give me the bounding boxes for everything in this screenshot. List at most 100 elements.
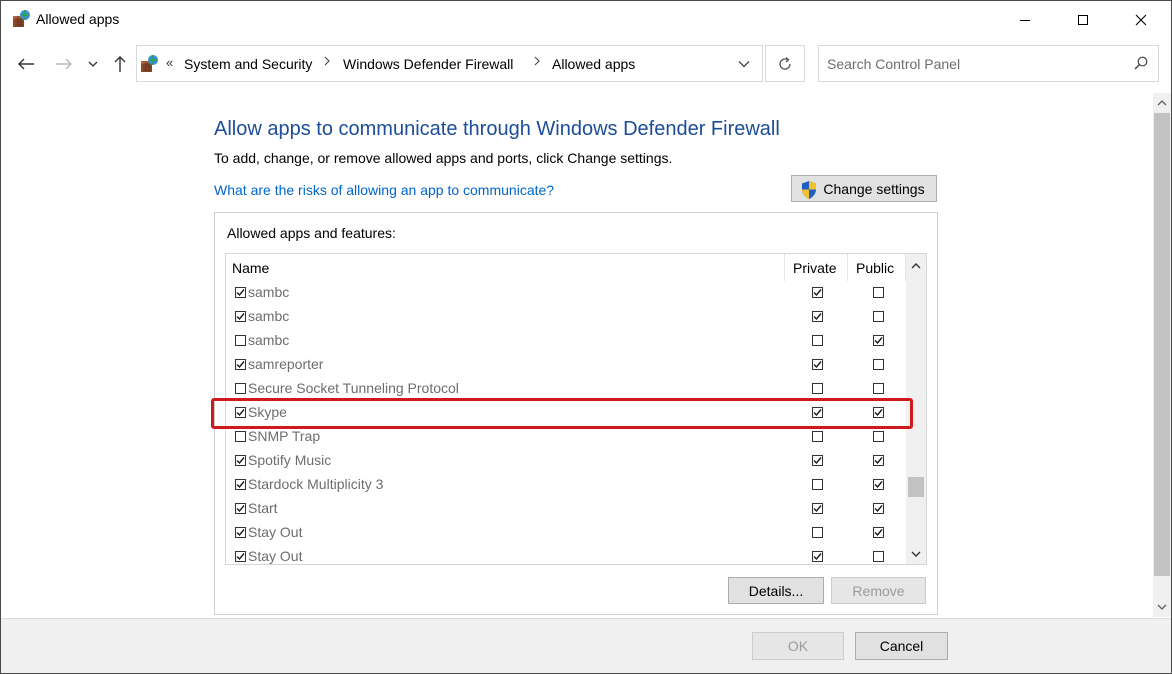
page-scrollbar[interactable] (1153, 93, 1171, 617)
close-button[interactable] (1118, 1, 1164, 39)
enabled-checkbox[interactable] (235, 527, 246, 538)
table-row[interactable]: samreporter (226, 353, 906, 377)
minimize-button[interactable] (1002, 1, 1048, 39)
column-header-name[interactable]: Name (232, 260, 269, 276)
public-checkbox[interactable] (873, 311, 884, 322)
public-checkbox[interactable] (873, 383, 884, 394)
minimize-icon (1020, 20, 1030, 21)
breadcrumb-separator-icon (323, 55, 331, 70)
scroll-down-arrow-icon[interactable] (1153, 598, 1171, 616)
public-checkbox[interactable] (873, 287, 884, 298)
enabled-checkbox[interactable] (235, 287, 246, 298)
back-button[interactable] (13, 51, 39, 77)
breadcrumb-overflow[interactable]: « (166, 55, 173, 70)
refresh-button[interactable] (765, 45, 805, 82)
private-checkbox[interactable] (812, 479, 823, 490)
table-row[interactable]: Skype (226, 401, 906, 425)
arrow-right-icon (56, 58, 72, 70)
breadcrumb-allowed-apps[interactable]: Allowed apps (552, 56, 635, 72)
search-box[interactable] (818, 45, 1159, 82)
enabled-checkbox[interactable] (235, 455, 246, 466)
list-scrollbar-thumb[interactable] (908, 477, 924, 497)
table-row[interactable]: Stay Out (226, 545, 906, 564)
table-row[interactable]: Start (226, 497, 906, 521)
list-scrollbar[interactable] (906, 254, 926, 564)
app-name: sambc (248, 308, 290, 324)
cancel-button[interactable]: Cancel (855, 632, 948, 660)
private-checkbox[interactable] (812, 503, 823, 514)
column-divider (847, 254, 848, 281)
app-name: sambc (248, 284, 290, 300)
private-checkbox[interactable] (812, 383, 823, 394)
enabled-checkbox[interactable] (235, 311, 246, 322)
column-header-public[interactable]: Public (856, 260, 894, 276)
table-row[interactable]: sambc (226, 329, 906, 353)
table-row[interactable]: sambc (226, 281, 906, 305)
risks-help-link[interactable]: What are the risks of allowing an app to… (214, 182, 554, 198)
table-row[interactable]: Secure Socket Tunneling Protocol (226, 377, 906, 401)
table-row[interactable]: Stardock Multiplicity 3 (226, 473, 906, 497)
private-checkbox[interactable] (812, 455, 823, 466)
search-input[interactable] (827, 54, 1117, 74)
table-row[interactable]: SNMP Trap (226, 425, 906, 449)
address-bar[interactable]: « System and Security Windows Defender F… (136, 45, 763, 82)
public-checkbox[interactable] (873, 359, 884, 370)
change-settings-button[interactable]: Change settings (791, 175, 937, 202)
private-checkbox[interactable] (812, 551, 823, 562)
public-checkbox[interactable] (873, 503, 884, 514)
table-row[interactable]: sambc (226, 305, 906, 329)
public-checkbox[interactable] (873, 407, 884, 418)
maximize-icon (1078, 15, 1088, 25)
title-bar: Allowed apps (1, 1, 1171, 39)
forward-button[interactable] (51, 51, 77, 77)
dialog-footer (1, 618, 1171, 673)
public-checkbox[interactable] (873, 431, 884, 442)
recent-locations-button[interactable] (82, 51, 104, 77)
enabled-checkbox[interactable] (235, 551, 246, 562)
public-checkbox[interactable] (873, 551, 884, 562)
breadcrumb-system-and-security[interactable]: System and Security (184, 56, 312, 72)
enabled-checkbox[interactable] (235, 431, 246, 442)
public-checkbox[interactable] (873, 527, 884, 538)
enabled-checkbox[interactable] (235, 407, 246, 418)
column-header-private[interactable]: Private (793, 260, 837, 276)
allowed-apps-window: Allowed apps « System and Security Windo… (0, 0, 1172, 674)
remove-button[interactable]: Remove (831, 577, 926, 604)
enabled-checkbox[interactable] (235, 359, 246, 370)
control-panel-icon (139, 54, 159, 74)
private-checkbox[interactable] (812, 407, 823, 418)
close-icon (1135, 14, 1147, 26)
public-checkbox[interactable] (873, 455, 884, 466)
up-button[interactable] (107, 51, 133, 77)
enabled-checkbox[interactable] (235, 335, 246, 346)
public-checkbox[interactable] (873, 479, 884, 490)
app-name: sambc (248, 332, 290, 348)
private-checkbox[interactable] (812, 335, 823, 346)
private-checkbox[interactable] (812, 287, 823, 298)
ok-button[interactable]: OK (752, 632, 844, 660)
allowed-apps-group-label: Allowed apps and features: (227, 225, 396, 241)
table-row[interactable]: Spotify Music (226, 449, 906, 473)
scroll-up-arrow-icon[interactable] (1153, 93, 1171, 111)
table-row[interactable]: Stay Out (226, 521, 906, 545)
allowed-apps-list[interactable]: Name Private Public sambc sambc sambc samre… (225, 253, 927, 565)
breadcrumb-windows-defender-firewall[interactable]: Windows Defender Firewall (343, 56, 513, 72)
firewall-app-icon (11, 9, 31, 29)
list-scroll-up-arrow-icon[interactable] (906, 256, 926, 274)
list-header: Name Private Public (226, 254, 906, 281)
private-checkbox[interactable] (812, 311, 823, 322)
address-dropdown-button[interactable] (728, 45, 760, 82)
enabled-checkbox[interactable] (235, 503, 246, 514)
private-checkbox[interactable] (812, 527, 823, 538)
list-scroll-down-arrow-icon[interactable] (906, 545, 926, 563)
page-scrollbar-thumb[interactable] (1154, 113, 1170, 576)
enabled-checkbox[interactable] (235, 479, 246, 490)
private-checkbox[interactable] (812, 431, 823, 442)
maximize-button[interactable] (1060, 1, 1106, 39)
enabled-checkbox[interactable] (235, 383, 246, 394)
private-checkbox[interactable] (812, 359, 823, 370)
public-checkbox[interactable] (873, 335, 884, 346)
details-button[interactable]: Details... (728, 577, 824, 604)
app-name: Stay Out (248, 548, 303, 564)
search-icon[interactable] (1134, 56, 1148, 73)
